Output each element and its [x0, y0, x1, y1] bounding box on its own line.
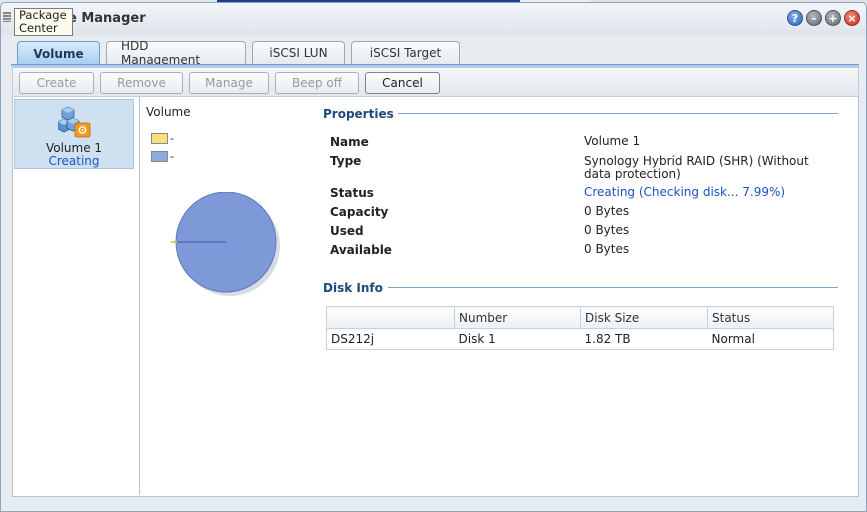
- column-header-disk-size[interactable]: Disk Size: [580, 306, 708, 329]
- disk-info-section-title: Disk Info: [323, 281, 383, 295]
- window-titlebar[interactable]: Storage Manager ? – + ×: [1, 3, 866, 35]
- window-footer: [12, 497, 859, 511]
- maximize-icon[interactable]: +: [825, 10, 841, 26]
- property-type-value: Synology Hybrid RAID (SHR) (Without data…: [584, 154, 809, 181]
- property-type-label: Type: [330, 154, 362, 168]
- tab-iscsi-target[interactable]: iSCSI Target: [351, 41, 460, 64]
- status-creating-link[interactable]: Creating: [584, 185, 635, 199]
- volume-list-item[interactable]: Volume 1 Creating: [14, 99, 134, 169]
- tab-volume[interactable]: Volume: [17, 41, 100, 65]
- volume-name: Volume 1: [45, 141, 103, 155]
- legend-item: -: [151, 150, 174, 163]
- section-divider: [398, 113, 838, 114]
- main-content: Volume 1 Creating Volume - - Properties …: [12, 97, 859, 497]
- window-controls: ? – + ×: [787, 10, 860, 26]
- column-header-status[interactable]: Status: [707, 306, 834, 329]
- pie-chart: [171, 192, 280, 296]
- volume-icon: [58, 106, 91, 138]
- remove-button[interactable]: Remove: [100, 72, 183, 94]
- tab-bar: Volume HDD Management iSCSI LUN iSCSI Ta…: [17, 39, 460, 67]
- storage-manager-window: Storage Manager ? – + × Volume HDD Manag…: [0, 2, 867, 512]
- table-row[interactable]: DS212j Disk 1 1.82 TB Normal: [327, 329, 834, 350]
- package-center-icon: [3, 12, 11, 22]
- beep-off-button[interactable]: Beep off: [275, 72, 359, 94]
- minimize-icon[interactable]: –: [806, 10, 822, 26]
- property-used-value: 0 Bytes: [584, 223, 630, 237]
- table-header-row: Number Disk Size Status: [326, 306, 834, 329]
- property-available-label: Available: [330, 243, 392, 257]
- column-header-number[interactable]: Number: [454, 306, 581, 329]
- disk-device: DS212j: [331, 332, 375, 346]
- manage-button[interactable]: Manage: [189, 72, 269, 94]
- volume-list: Volume 1 Creating: [13, 97, 140, 495]
- disk-status: Normal: [711, 332, 755, 346]
- disk-info-table: Number Disk Size Status DS212j Disk 1 1.…: [326, 306, 834, 350]
- property-used-label: Used: [330, 224, 364, 238]
- legend-item: -: [151, 132, 174, 145]
- status-progress-text: (Checking disk... 7.99%): [638, 185, 786, 199]
- tab-iscsi-lun[interactable]: iSCSI LUN: [252, 41, 345, 64]
- property-status-label: Status: [330, 186, 374, 200]
- cancel-button[interactable]: Cancel: [365, 72, 440, 94]
- property-capacity-label: Capacity: [330, 205, 389, 219]
- help-icon[interactable]: ?: [787, 10, 803, 26]
- toolbar: Create Remove Manage Beep off Cancel: [12, 67, 859, 97]
- legend-label: -: [170, 150, 174, 163]
- legend-swatch: [151, 133, 168, 144]
- legend-label: -: [170, 132, 174, 145]
- disk-number: Disk 1: [458, 332, 496, 346]
- chart-title: Volume: [146, 105, 191, 119]
- property-name-label: Name: [330, 135, 369, 149]
- property-status-value: Creating (Checking disk... 7.99%): [584, 186, 824, 199]
- volume-status: Creating: [48, 154, 100, 168]
- column-header-device[interactable]: [326, 306, 455, 329]
- section-divider: [388, 287, 838, 288]
- property-capacity-value: 0 Bytes: [584, 204, 630, 218]
- tab-hdd-management[interactable]: HDD Management: [106, 39, 246, 67]
- create-button[interactable]: Create: [19, 72, 94, 94]
- tooltip: Package Center: [14, 8, 73, 36]
- property-name-value: Volume 1: [584, 134, 641, 148]
- legend-swatch: [151, 151, 168, 162]
- properties-section-title: Properties: [323, 107, 394, 121]
- disk-size: 1.82 TB: [584, 332, 631, 346]
- property-available-value: 0 Bytes: [584, 242, 630, 256]
- close-icon[interactable]: ×: [844, 10, 860, 26]
